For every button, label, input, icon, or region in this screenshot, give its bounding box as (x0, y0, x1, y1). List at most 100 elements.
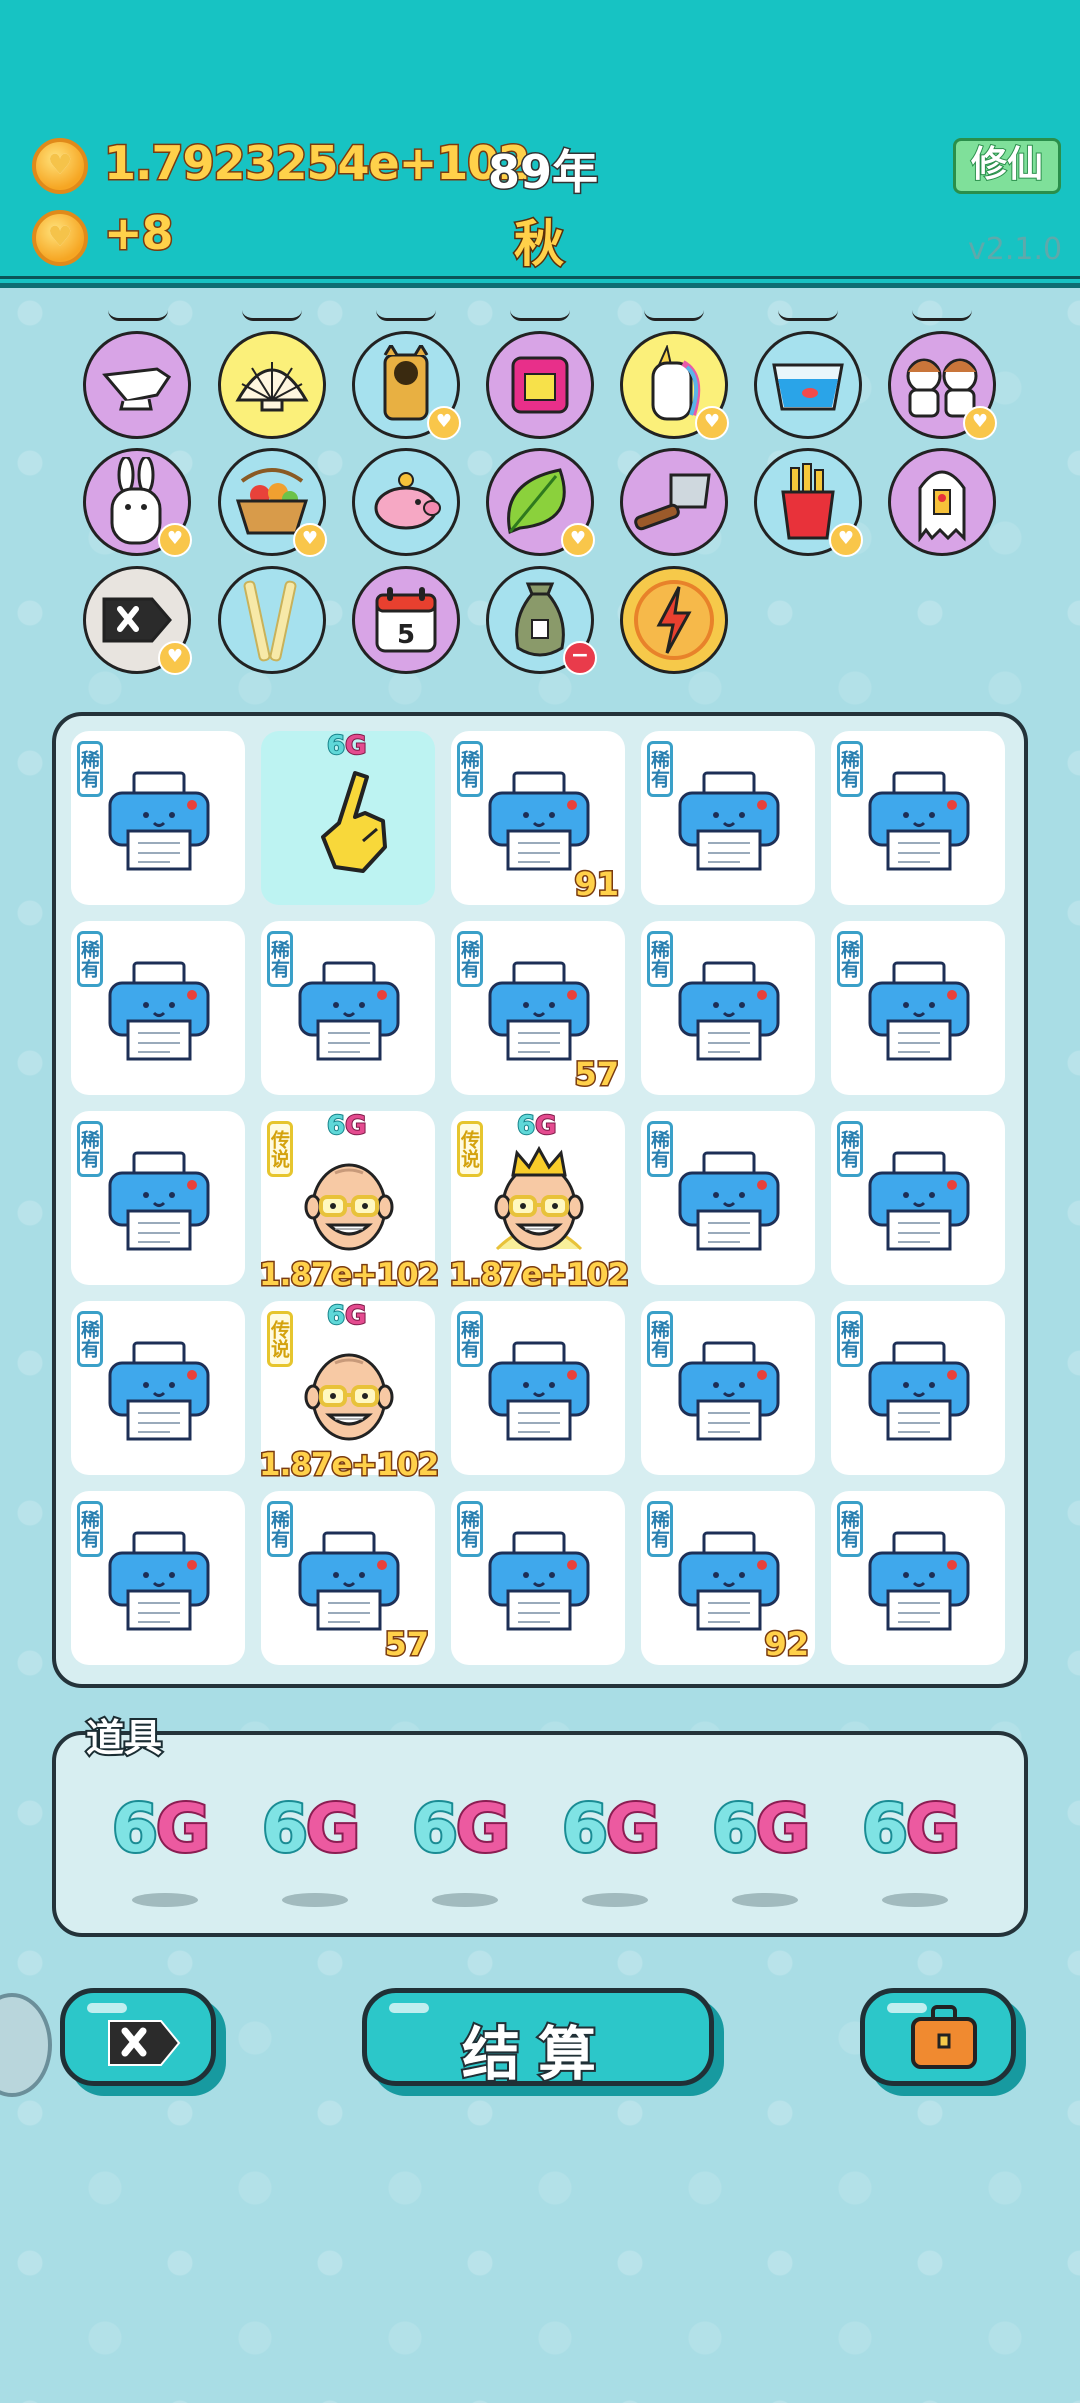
lightning-icon[interactable] (620, 566, 728, 674)
board-cell[interactable]: 6G (261, 730, 435, 905)
printer-icon (488, 771, 590, 871)
leaf-icon[interactable]: ♥ (486, 448, 595, 557)
board-cell[interactable]: 稀有 (831, 1491, 1005, 1665)
cell-value: 1.87e+102 (258, 1256, 441, 1295)
board-cell[interactable]: 传说 6G 1.87e+102 (448, 1110, 631, 1295)
prop-item-6g[interactable]: 6G (410, 1788, 512, 1869)
gravy-boat-icon[interactable] (83, 331, 191, 439)
cell-value: 91 (573, 864, 621, 905)
rarity-badge: 稀有 (837, 1311, 863, 1367)
heart-badge-icon: ♥ (561, 523, 595, 557)
printer-icon (868, 771, 970, 871)
fishbowl-icon[interactable] (754, 331, 862, 439)
printer-icon (678, 1151, 780, 1251)
board-cell[interactable]: 稀有 (831, 1301, 1005, 1475)
shell-icon[interactable] (218, 331, 326, 439)
settle-button[interactable]: 结算 (362, 1988, 714, 2090)
board-cell[interactable]: 稀有 57 (261, 1491, 435, 1665)
board-cell[interactable]: 稀有 (831, 921, 1005, 1095)
season-label: 秋 (513, 214, 566, 275)
board-cell[interactable]: 稀有 (831, 1111, 1005, 1285)
board-cell[interactable]: 传说 6G 1.87e+102 (258, 1110, 441, 1295)
cell-value: 1.87e+102 (258, 1446, 441, 1485)
sticks-icon[interactable] (218, 566, 326, 674)
board-cell[interactable]: 稀有 (641, 731, 815, 905)
board-cell[interactable]: 稀有 (641, 1111, 815, 1285)
board-cell[interactable]: 传说 6G 1.87e+102 (258, 1300, 441, 1485)
board-cell[interactable]: 稀有 (641, 1301, 815, 1475)
board-cell[interactable]: 稀有 (261, 921, 435, 1095)
cat-icon[interactable]: ♥ (352, 331, 461, 440)
bag-button[interactable] (860, 1988, 1016, 2086)
old-man-icon (304, 1163, 394, 1251)
printer-icon (488, 961, 590, 1061)
calendar-icon[interactable]: 5 (352, 566, 460, 674)
heart-badge-icon: ♥ (158, 523, 192, 557)
rarity-badge: 稀有 (267, 1501, 293, 1557)
board-cell[interactable]: 稀有 57 (451, 921, 625, 1095)
remove-badge-icon[interactable]: − (563, 641, 597, 675)
button-gloss (87, 2003, 127, 2013)
board-cell[interactable]: 稀有 (451, 1301, 625, 1475)
settle-button-label: 结算 (460, 2018, 614, 2090)
heart-badge-icon: ♥ (293, 523, 327, 557)
old-man-icon (304, 1353, 394, 1441)
fruit-basket-icon[interactable]: ♥ (218, 448, 327, 557)
twins-icon[interactable]: ♥ (888, 331, 997, 440)
printer-icon (868, 1341, 970, 1441)
board-cell[interactable]: 稀有 (71, 731, 245, 905)
sign-icon[interactable] (486, 331, 594, 439)
ghost-icon[interactable] (888, 448, 996, 556)
money-bag-icon[interactable]: − (486, 566, 597, 675)
cleaver-icon[interactable] (620, 448, 728, 556)
prop-item-6g[interactable]: 6G (710, 1788, 812, 1869)
coin-total: 1.7923254e+102 (102, 135, 531, 192)
prop-item-6g[interactable]: 6G (110, 1788, 212, 1869)
piggy-bank-icon[interactable] (352, 448, 460, 556)
6g-tag: 6G (326, 1110, 367, 1142)
coin-icon (32, 210, 88, 266)
board-cell[interactable]: 稀有 (71, 1491, 245, 1665)
item-circle-partial (108, 310, 168, 321)
printer-icon (108, 1341, 210, 1441)
rarity-badge: 稀有 (457, 931, 483, 987)
rarity-badge: 传说 (267, 1311, 293, 1367)
prop-shadow (582, 1893, 648, 1907)
prop-item-6g[interactable]: 6G (860, 1788, 962, 1869)
prop-shadow (732, 1893, 798, 1907)
board-cell[interactable]: 稀有 (451, 1491, 625, 1665)
board-cell[interactable]: 稀有 (71, 921, 245, 1095)
rarity-badge: 传说 (267, 1121, 293, 1177)
prop-item-6g[interactable]: 6G (260, 1788, 362, 1869)
xiuxian-button[interactable]: 修仙 (953, 138, 1061, 194)
rarity-badge: 传说 (457, 1121, 483, 1177)
rarity-badge: 稀有 (837, 1121, 863, 1177)
cell-value: 1.87e+102 (448, 1256, 631, 1295)
cell-value: 92 (763, 1624, 811, 1665)
6g-tag: 6G (326, 730, 367, 762)
printer-icon (868, 961, 970, 1061)
unicorn-icon[interactable]: ♥ (620, 331, 729, 440)
board-cell[interactable]: 稀有 (71, 1111, 245, 1285)
prop-item-6g[interactable]: 6G (560, 1788, 662, 1869)
fries-icon[interactable]: ♥ (754, 448, 863, 557)
printer-icon (298, 1531, 400, 1631)
rarity-badge: 稀有 (457, 1501, 483, 1557)
rarity-badge: 稀有 (647, 1311, 673, 1367)
heart-badge-icon: ♥ (427, 406, 461, 440)
printer-icon (108, 771, 210, 871)
board-cell[interactable]: 稀有 91 (451, 731, 625, 905)
board-cell[interactable]: 稀有 (831, 731, 1005, 905)
bunny-icon[interactable]: ♥ (83, 448, 192, 557)
cancel-tag-icon[interactable]: ♥ (83, 566, 192, 675)
rarity-badge: 稀有 (837, 741, 863, 797)
heart-badge-icon: ♥ (829, 523, 863, 557)
board-cell[interactable]: 稀有 (71, 1301, 245, 1475)
heart-badge-icon: ♥ (963, 406, 997, 440)
rarity-badge: 稀有 (837, 1501, 863, 1557)
board-cell[interactable]: 稀有 92 (641, 1491, 815, 1665)
board-cell[interactable]: 稀有 (641, 921, 815, 1095)
discard-button[interactable] (60, 1988, 216, 2086)
item-circle-partial (376, 310, 436, 321)
printer-icon (488, 1341, 590, 1441)
